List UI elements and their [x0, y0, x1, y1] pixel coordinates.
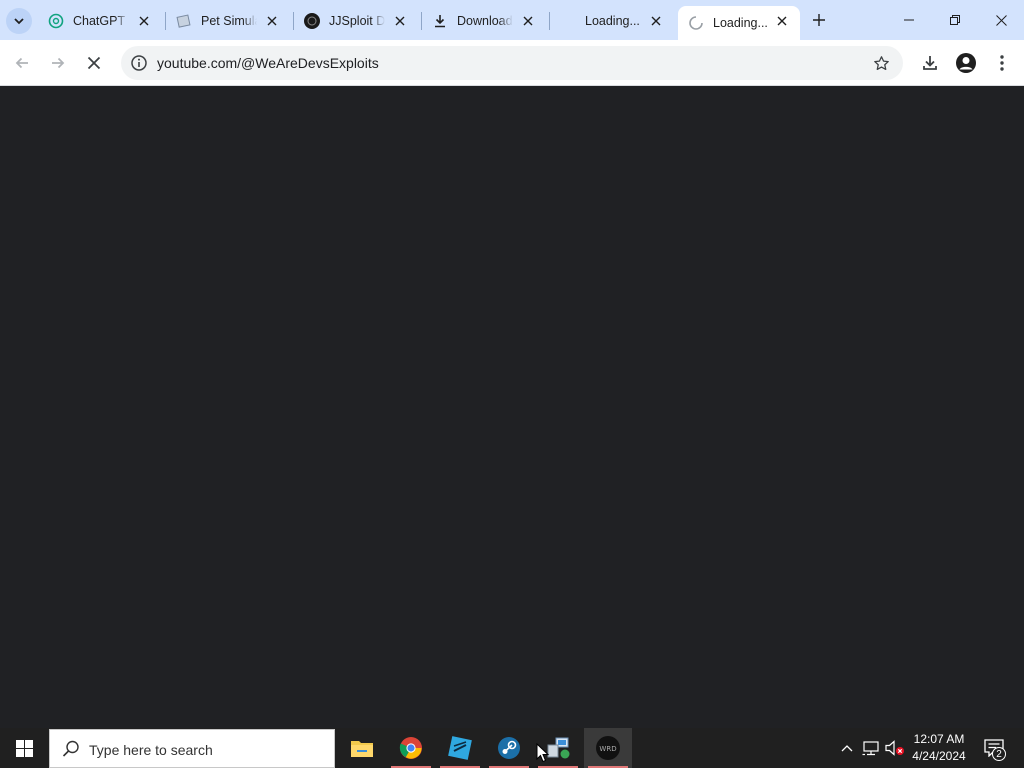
- minimize-icon: [904, 19, 914, 21]
- download-icon: [432, 13, 448, 29]
- clock-time: 12:07 AM: [913, 732, 965, 746]
- wrd-app-icon: WRD: [596, 736, 620, 760]
- roblox-studio-icon: [448, 736, 472, 760]
- restore-button[interactable]: [932, 0, 978, 40]
- system-clock[interactable]: 12:07 AM 4/24/2024: [904, 731, 974, 765]
- profile-button[interactable]: [951, 48, 981, 78]
- tab-title: Download: [457, 14, 513, 28]
- account-icon: [956, 53, 976, 73]
- restore-icon: [950, 15, 960, 25]
- notification-count-badge: 2: [992, 747, 1006, 761]
- taskbar-chrome[interactable]: [387, 728, 435, 768]
- minimize-button[interactable]: [886, 0, 932, 40]
- stop-x-icon: [87, 56, 101, 70]
- tab-download[interactable]: Download: [422, 6, 546, 36]
- chatgpt-icon: [48, 13, 64, 29]
- volume-tray-button[interactable]: [884, 728, 906, 768]
- page-content: [0, 87, 1024, 728]
- tab-loading-active[interactable]: Loading...: [678, 6, 800, 40]
- back-button[interactable]: [7, 48, 37, 78]
- more-vert-icon: [1000, 55, 1004, 71]
- browser-toolbar: youtube.com/@WeAreDevsExploits: [0, 40, 1024, 86]
- tab-pet-simulator[interactable]: Pet Simulator: [166, 6, 290, 36]
- back-arrow-icon: [15, 57, 28, 69]
- tab-title: Loading...: [713, 16, 768, 30]
- close-icon: [995, 14, 1007, 26]
- download-icon: [923, 56, 937, 70]
- steam-icon: [498, 737, 520, 759]
- bookmark-star-icon[interactable]: [872, 54, 890, 72]
- taskbar-file-explorer[interactable]: [338, 728, 386, 768]
- taskbar-roblox-studio[interactable]: [436, 728, 484, 768]
- menu-button[interactable]: [987, 48, 1017, 78]
- close-icon[interactable]: [520, 13, 536, 29]
- spinner-icon: [688, 15, 704, 31]
- blank-icon: [560, 13, 576, 29]
- chrome-icon: [399, 737, 422, 759]
- address-bar[interactable]: youtube.com/@WeAreDevsExploits: [121, 46, 903, 80]
- taskbar-wrd-app[interactable]: WRD: [584, 728, 632, 768]
- close-icon[interactable]: [648, 13, 664, 29]
- url-text[interactable]: youtube.com/@WeAreDevsExploits: [157, 55, 379, 71]
- svg-text:WRD: WRD: [599, 745, 616, 753]
- taskbar-steam[interactable]: [485, 728, 533, 768]
- close-window-button[interactable]: [978, 0, 1024, 40]
- forward-arrow-icon: [52, 57, 65, 69]
- new-tab-button[interactable]: [807, 8, 831, 32]
- start-button[interactable]: [0, 728, 48, 768]
- close-icon[interactable]: [774, 13, 790, 29]
- tab-title: Loading...: [585, 14, 640, 28]
- close-icon[interactable]: [136, 13, 152, 29]
- tab-title: ChatGPT: [73, 14, 126, 28]
- page-icon: [176, 13, 192, 29]
- windows-logo-icon: [15, 739, 33, 757]
- stop-loading-button[interactable]: [79, 48, 109, 78]
- show-hidden-icons-button[interactable]: [837, 728, 857, 768]
- tab-chatgpt[interactable]: ChatGPT: [38, 6, 162, 36]
- network-tray-button[interactable]: [860, 728, 882, 768]
- mouse-cursor-icon: [536, 743, 550, 763]
- tab-jjsploit[interactable]: JJSploit Download: [294, 6, 418, 36]
- file-explorer-icon: [351, 741, 373, 757]
- plus-icon: [813, 14, 825, 26]
- search-placeholder: Type here to search: [89, 742, 213, 758]
- network-icon: [862, 741, 879, 756]
- chevron-down-icon: [14, 18, 24, 25]
- chevron-up-icon: [841, 745, 853, 752]
- clock-date: 4/24/2024: [912, 749, 966, 763]
- windows-taskbar: Type here to search WRD 12:07 AM 4/24/20…: [0, 728, 1024, 768]
- site-info-icon[interactable]: [127, 51, 151, 75]
- tab-loading[interactable]: Loading...: [550, 6, 674, 36]
- volume-muted-icon: [885, 740, 904, 756]
- forward-button[interactable]: [43, 48, 73, 78]
- tab-search-button[interactable]: [6, 8, 32, 34]
- wrd-icon: [304, 13, 320, 29]
- tab-title: JJSploit Download: [329, 14, 385, 28]
- close-icon[interactable]: [264, 13, 280, 29]
- search-icon: [62, 740, 79, 757]
- close-icon[interactable]: [392, 13, 408, 29]
- taskbar-search-box[interactable]: Type here to search: [49, 729, 335, 768]
- tab-title: Pet Simulator: [201, 14, 257, 28]
- downloads-button[interactable]: [915, 48, 945, 78]
- tab-strip: ChatGPT Pet Simulator JJSploit Download …: [0, 0, 1024, 40]
